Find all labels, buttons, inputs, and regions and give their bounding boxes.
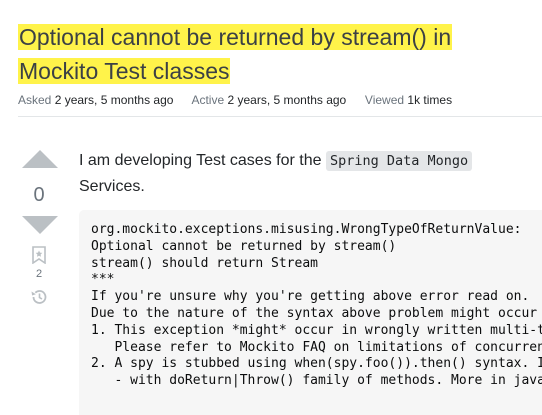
upvote-button[interactable] [22,150,58,168]
post-text-after: Services. [79,178,145,195]
code-content: org.mockito.exceptions.misusing.WrongTyp… [91,222,542,390]
code-line: Please refer to Mockito FAQ on limitatio… [114,339,542,355]
viewed-value: 1k times [407,93,453,107]
title-line-1[interactable]: Optional cannot be returned by stream() … [18,24,453,50]
code-line: stream() should return Stream [91,255,318,271]
history-icon[interactable] [30,288,48,306]
code-line: If you're unsure why you're getting abov… [91,289,530,305]
vote-cell: 0 2 [22,150,58,306]
viewed-label: Viewed [364,93,405,107]
active-label: Active [191,93,225,107]
code-line: Due to the nature of the syntax above pr… [91,305,538,321]
code-line: *** [91,272,115,288]
question-meta: Asked 2 years, 5 months ago Active 2 yea… [18,93,452,107]
post-text-before: I am developing Test cases for the [79,152,326,169]
asked-label: Asked [18,93,52,107]
code-block[interactable]: org.mockito.exceptions.misusing.WrongTyp… [79,210,542,415]
asked-value: 2 years, 5 months ago [54,93,174,107]
code-line: 1. This exception *might* occur in wrong… [91,322,542,338]
question-title[interactable]: Optional cannot be returned by stream() … [18,20,518,88]
code-line: 2. A spy is stubbed using when(spy.foo()… [91,356,542,372]
inline-code: Spring Data Mongo [325,151,473,171]
code-line: Optional cannot be returned by stream() [91,238,397,254]
title-line-2[interactable]: Mockito Test classes [18,58,231,84]
vote-count: 0 [33,184,45,206]
downvote-button[interactable] [22,216,58,234]
active-value[interactable]: 2 years, 5 months ago [227,93,346,107]
post-body-text: I am developing Test cases for the Sprin… [79,148,529,199]
code-line: - with doReturn|Throw() family of method… [114,373,542,389]
bookmark-icon[interactable] [31,246,47,264]
title-divider [18,116,542,117]
code-line: org.mockito.exceptions.misusing.WrongTyp… [91,222,522,237]
bookmark-count: 2 [35,268,43,280]
